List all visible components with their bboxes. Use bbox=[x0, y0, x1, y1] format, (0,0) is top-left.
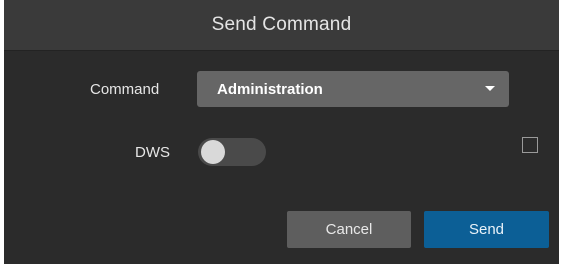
dws-label: DWS bbox=[135, 144, 170, 161]
send-command-dialog: Send Command Command Administration DWS … bbox=[4, 0, 559, 264]
option-checkbox[interactable] bbox=[522, 137, 538, 153]
toggle-knob bbox=[201, 140, 225, 164]
command-label: Command bbox=[90, 81, 160, 98]
command-select-value: Administration bbox=[217, 80, 323, 98]
command-select[interactable]: Administration bbox=[197, 71, 509, 107]
dialog-title: Send Command bbox=[211, 14, 352, 35]
cancel-button[interactable]: Cancel bbox=[287, 211, 411, 248]
caret-down-icon bbox=[485, 86, 495, 91]
send-button[interactable]: Send bbox=[424, 211, 549, 248]
dws-toggle[interactable] bbox=[198, 138, 266, 166]
dialog-header: Send Command bbox=[4, 0, 559, 51]
